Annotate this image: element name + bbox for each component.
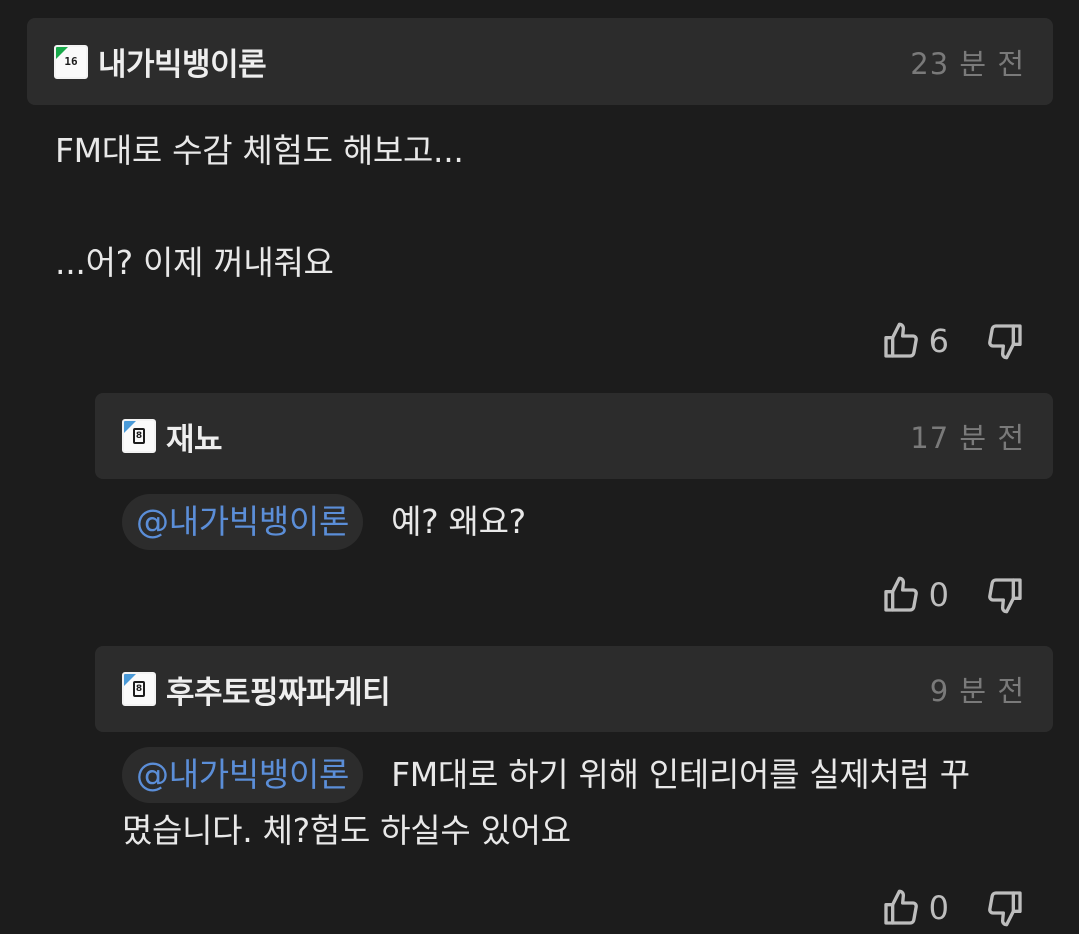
comment-time: 9 분 전 bbox=[929, 674, 1025, 708]
level-badge-icon: 8 bbox=[122, 672, 156, 706]
author[interactable]: 8 후추토핑짜파게티 bbox=[122, 667, 391, 712]
thumbs-up-icon[interactable] bbox=[881, 888, 921, 928]
comment-header: 16 내가빅뱅이론 23 분 전 bbox=[27, 18, 1053, 105]
comment-time: 17 분 전 bbox=[910, 421, 1025, 455]
like-count: 6 bbox=[928, 322, 949, 360]
thumbs-up-icon[interactable] bbox=[881, 575, 921, 615]
thumbs-down-icon[interactable] bbox=[985, 321, 1025, 361]
level-number: 8 bbox=[133, 681, 145, 697]
level-badge-icon: 16 bbox=[54, 44, 88, 79]
level-number: 8 bbox=[133, 428, 145, 444]
author-name[interactable]: 내가빅뱅이론 bbox=[98, 39, 267, 84]
thumbs-up-icon[interactable] bbox=[881, 321, 921, 361]
reply-content-line2: 몄습니다. 체?험도 하실수 있어요 bbox=[122, 811, 571, 850]
mention-tag[interactable]: @내가빅뱅이론 bbox=[122, 747, 364, 803]
author-name[interactable]: 후추토핑짜파게티 bbox=[166, 667, 391, 712]
author[interactable]: 8 재뇨 bbox=[122, 414, 223, 459]
author[interactable]: 16 내가빅뱅이론 bbox=[54, 39, 267, 84]
comment-line: FM대로 수감 체험도 해보고... bbox=[55, 131, 464, 170]
comment-text: FM대로 수감 체험도 해보고... ...어? 이제 꺼내줘요 bbox=[55, 123, 464, 291]
like-count: 0 bbox=[928, 889, 949, 927]
reply-content: FM대로 하기 위해 인테리어를 실제처럼 꾸 bbox=[391, 755, 970, 794]
reply-text: @내가빅뱅이론 FM대로 하기 위해 인테리어를 실제처럼 꾸 몄습니다. 체?험… bbox=[122, 747, 970, 859]
reply-header: 8 재뇨 17 분 전 bbox=[95, 393, 1053, 479]
author-name[interactable]: 재뇨 bbox=[166, 414, 223, 459]
vote-bar: 0 bbox=[881, 575, 1025, 615]
mention-tag[interactable]: @내가빅뱅이론 bbox=[122, 494, 364, 550]
reply-content: 예? 왜요? bbox=[391, 502, 526, 541]
comment-time: 23 분 전 bbox=[910, 46, 1025, 81]
reply-header: 8 후추토핑짜파게티 9 분 전 bbox=[95, 646, 1053, 732]
thumbs-down-icon[interactable] bbox=[985, 888, 1025, 928]
thumbs-down-icon[interactable] bbox=[985, 575, 1025, 615]
like-count: 0 bbox=[928, 576, 949, 614]
reply-text: @내가빅뱅이론 예? 왜요? bbox=[122, 494, 526, 550]
level-badge-icon: 8 bbox=[122, 419, 156, 453]
level-number: 16 bbox=[64, 55, 78, 68]
comment-line: ...어? 이제 꺼내줘요 bbox=[55, 243, 334, 282]
vote-bar: 6 bbox=[881, 321, 1025, 361]
comment-line bbox=[55, 179, 464, 235]
vote-bar: 0 bbox=[881, 888, 1025, 928]
